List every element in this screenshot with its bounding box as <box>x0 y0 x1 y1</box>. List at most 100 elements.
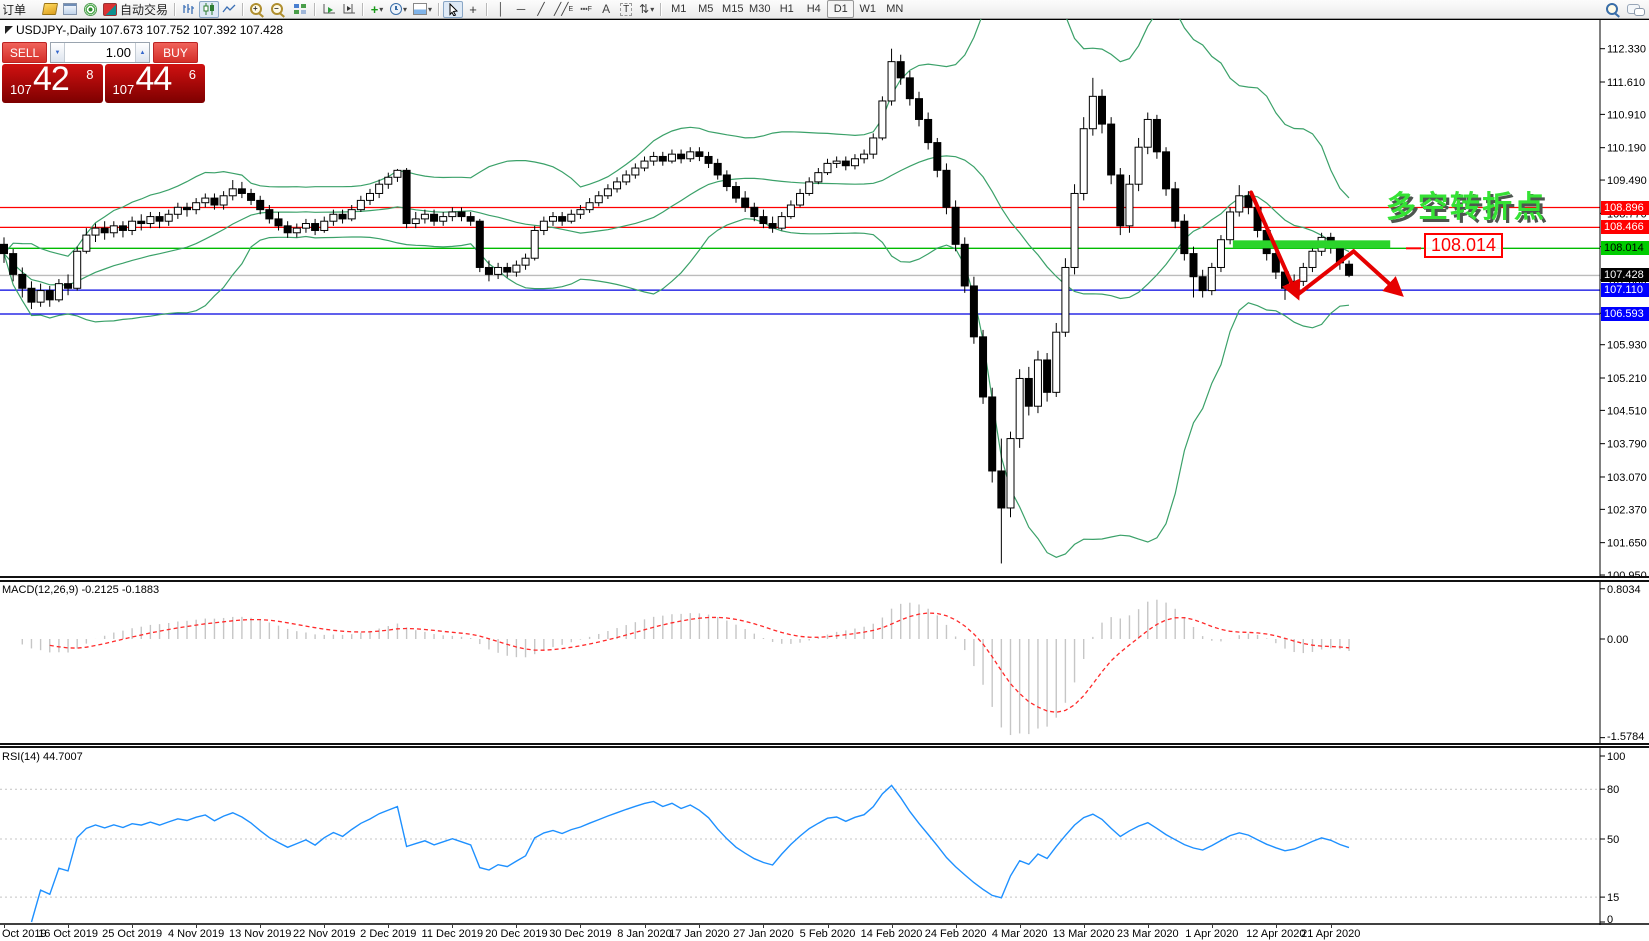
main-chart[interactable]: 112.330111.610110.910110.190109.490108.7… <box>0 19 1649 576</box>
support-bar-annotation[interactable] <box>1233 240 1390 248</box>
zoom-out-button[interactable]: − <box>268 1 289 18</box>
price-axis-label: 109.490 <box>1607 175 1647 187</box>
timeframe-m15-button[interactable]: M15 <box>719 0 746 18</box>
chart-shift-button[interactable] <box>339 1 359 18</box>
tile-windows-button[interactable] <box>289 1 311 18</box>
dropdown-arrow-icon[interactable]: ▾ <box>650 5 654 14</box>
symbol-period-label: USDJPY-,Daily <box>16 23 96 37</box>
timeframe-h4-button[interactable]: H4 <box>800 0 827 18</box>
price-axis-label: 105.210 <box>1607 373 1647 385</box>
timeframe-m30-button[interactable]: M30 <box>746 0 773 18</box>
template-icon <box>413 3 427 15</box>
trend-arrow-annotation[interactable] <box>1354 251 1400 293</box>
toolbar-separator <box>438 3 440 16</box>
date-label: 24 Feb 2020 <box>925 928 987 940</box>
price-tag: 108.014 <box>1601 241 1649 255</box>
clock-icon <box>390 3 402 15</box>
dropdown-arrow-icon[interactable]: ▾ <box>379 5 383 14</box>
horizontal-line-tool-button[interactable]: ─ <box>511 1 531 18</box>
timeframe-w1-button[interactable]: W1 <box>854 0 881 18</box>
text-tool-button[interactable]: A <box>596 1 616 18</box>
date-label: 21 Apr 2020 <box>1301 928 1360 940</box>
signals-button[interactable] <box>80 1 100 18</box>
print-preview-button[interactable] <box>60 1 80 18</box>
date-label: 5 Feb 2020 <box>800 928 856 940</box>
crosshair-tool-button[interactable]: + <box>463 1 483 18</box>
price-tag: 108.466 <box>1601 220 1649 234</box>
tile-windows-icon <box>294 4 299 8</box>
toolbar-separator <box>242 3 244 16</box>
macd-axis-label: -1.5784 <box>1607 731 1644 743</box>
annotation-price-label[interactable]: 108.014 <box>1424 233 1503 258</box>
buy-price-display[interactable]: 107 44 6 <box>105 64 206 103</box>
add-indicator-icon: + <box>371 3 379 16</box>
new-order-button[interactable]: 新订单 <box>0 1 40 18</box>
channel-suffix-label: E <box>569 6 574 13</box>
panel-divider[interactable] <box>0 743 1649 748</box>
timeframe-mn-button[interactable]: MN <box>881 0 908 18</box>
bar-chart-button[interactable] <box>179 1 199 18</box>
sell-price-prefix: 107 <box>10 82 32 97</box>
auto-scroll-button[interactable] <box>319 1 339 18</box>
rsi-axis-label: 80 <box>1607 784 1619 796</box>
autotrading-button[interactable]: 自动交易 <box>100 1 171 18</box>
rsi-panel[interactable]: 1008050150 <box>0 748 1649 925</box>
date-label: 4 Mar 2020 <box>992 928 1048 940</box>
one-click-trading-panel: SELL ▼ ▲ BUY 107 42 8 107 44 6 <box>2 42 205 103</box>
annotation-text[interactable]: 多空转折点 <box>1386 182 1546 226</box>
trendline-tool-button[interactable]: ╱ <box>531 1 551 18</box>
horizontal-line-icon: ─ <box>517 2 526 16</box>
toolbar-separator <box>174 3 176 16</box>
date-label: 13 Mar 2020 <box>1053 928 1115 940</box>
dropdown-arrow-icon[interactable]: ▾ <box>403 5 407 14</box>
text-label-tool-button[interactable]: T <box>616 1 636 18</box>
toolbar-separator <box>362 3 364 16</box>
cursor-icon <box>447 3 459 16</box>
history-center-button[interactable] <box>40 1 60 18</box>
cursor-tool-button[interactable] <box>443 1 463 18</box>
vertical-line-icon: │ <box>497 2 505 16</box>
vertical-line-tool-button[interactable]: │ <box>491 1 511 18</box>
history-book-icon <box>42 3 58 15</box>
arrows-tool-icon: ⇅ <box>639 2 649 16</box>
zoom-in-button[interactable]: + <box>247 1 268 18</box>
channel-tool-button[interactable]: ╱╱E <box>551 1 576 18</box>
rsi-axis-label: 100 <box>1607 751 1625 763</box>
line-chart-button[interactable] <box>219 1 239 18</box>
buy-price-big-digits: 44 <box>136 60 172 99</box>
sell-price-display[interactable]: 107 42 8 <box>2 64 103 103</box>
date-label: 17 Jan 2020 <box>669 928 730 940</box>
buy-price-pip-digit: 6 <box>189 67 196 82</box>
date-label: 14 Feb 2020 <box>861 928 923 940</box>
panel-divider[interactable] <box>0 576 1649 582</box>
timeframe-h1-button[interactable]: H1 <box>773 0 800 18</box>
price-axis-label: 111.610 <box>1607 77 1645 89</box>
price-axis-label: 110.190 <box>1607 143 1646 155</box>
date-label: 1 Apr 2020 <box>1185 928 1238 940</box>
indicators-button[interactable]: +▾ <box>367 1 387 18</box>
fibonacci-tool-button[interactable]: ┅F <box>576 1 596 18</box>
auto-scroll-icon <box>322 3 336 15</box>
one-click-collapse-icon[interactable] <box>5 26 13 34</box>
date-label: 27 Jan 2020 <box>733 928 794 940</box>
candlestick-chart-button[interactable] <box>199 1 219 18</box>
price-axis-label: 105.930 <box>1607 340 1647 352</box>
chart-title: USDJPY-,Daily 107.673 107.752 107.392 10… <box>16 23 283 37</box>
macd-panel[interactable]: 0.80340.00-1.5784 <box>0 582 1649 743</box>
search-button[interactable] <box>1603 1 1624 18</box>
date-label: 22 Nov 2019 <box>293 928 355 940</box>
timeframe-m5-button[interactable]: M5 <box>692 0 719 18</box>
periods-button[interactable]: ▾ <box>387 1 410 18</box>
timeframe-d1-button[interactable]: D1 <box>827 0 854 18</box>
timeframe-m1-button[interactable]: M1 <box>665 0 692 18</box>
chart-shift-icon <box>342 3 356 15</box>
templates-button[interactable]: ▾ <box>410 1 435 18</box>
chat-icon <box>1627 4 1640 14</box>
dropdown-arrow-icon[interactable]: ▾ <box>428 5 432 14</box>
chat-button[interactable] <box>1624 1 1649 18</box>
price-tag: 107.428 <box>1601 268 1649 282</box>
toolbar-separator <box>314 3 316 16</box>
volume-input[interactable] <box>65 43 135 62</box>
price-tag: 108.896 <box>1601 201 1649 215</box>
arrows-tool-button[interactable]: ⇅▾ <box>636 1 657 18</box>
